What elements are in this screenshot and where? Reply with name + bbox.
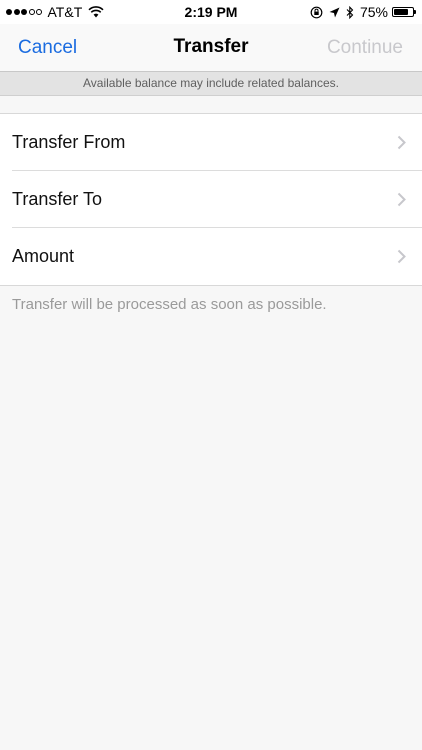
location-arrow-icon [329,7,340,17]
processing-note: Transfer will be processed as soon as po… [12,296,327,313]
row-label: Transfer From [12,132,126,152]
chevron-right-icon [397,249,406,264]
transfer-from-row[interactable]: Transfer From [0,114,422,171]
rotation-lock-icon [310,6,323,18]
chevron-right-icon [397,135,406,150]
info-banner: Available balance may include related ba… [0,72,422,96]
transfer-options-list: Transfer From Transfer To Amount [0,113,422,286]
status-right: 75% [304,4,416,20]
bluetooth-icon [346,5,354,19]
battery-icon [392,7,416,17]
status-bar: AT&T 2:19 PM 75% [0,0,422,24]
chevron-right-icon [397,192,406,207]
continue-button[interactable]: Continue [327,37,403,59]
row-label: Amount [12,246,75,266]
amount-row[interactable]: Amount [0,228,422,285]
row-label: Transfer To [12,189,103,209]
battery-level-fill [394,9,408,15]
battery-percent: 75% [359,4,388,20]
navigation-bar: Cancel Transfer Continue [0,24,422,72]
transfer-to-row[interactable]: Transfer To [0,171,422,228]
